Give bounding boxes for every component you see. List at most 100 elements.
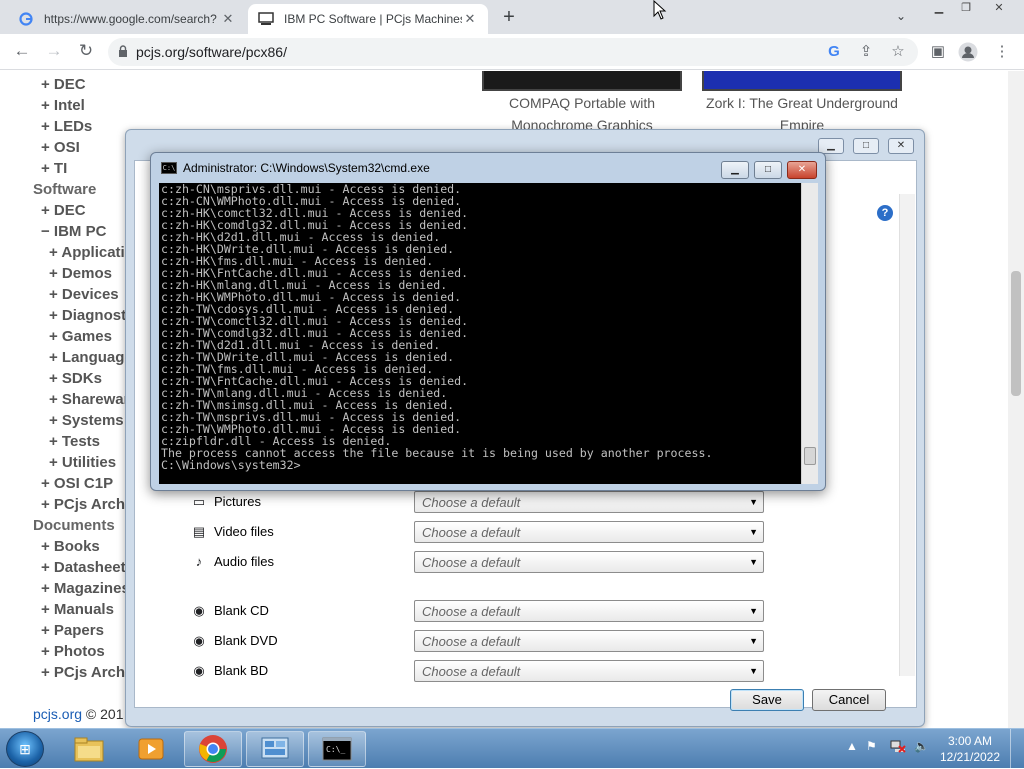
close-window-icon[interactable]: ✕	[988, 1, 1010, 17]
taskbar-explorer-icon[interactable]	[60, 731, 118, 767]
action-center-icon[interactable]: ⚑	[866, 739, 877, 753]
nav-item[interactable]: + Demos	[49, 265, 112, 282]
default-action-select[interactable]: Choose a default ▼	[414, 630, 764, 652]
nav-item[interactable]: + LEDs	[41, 118, 92, 135]
nav-item[interactable]: + Systems	[49, 412, 124, 429]
nav-section-software[interactable]: Software	[33, 181, 96, 198]
console-output[interactable]: c:zh-CN\msprivs.dll.mui - Access is deni…	[159, 183, 801, 484]
compaq-screenshot-thumbnail[interactable]	[482, 71, 682, 91]
dialog-scrollbar[interactable]	[899, 194, 915, 676]
profile-avatar-icon[interactable]	[958, 42, 978, 62]
maximize-icon[interactable]: □	[853, 138, 879, 154]
footer-site-link[interactable]: pcjs.org	[33, 706, 82, 722]
disc-icon: ◉	[193, 603, 205, 618]
help-icon[interactable]: ?	[877, 205, 893, 221]
address-bar[interactable]: pcjs.org/software/pcx86/	[108, 38, 918, 66]
default-action-select[interactable]: Choose a default ▼	[414, 491, 764, 513]
nav-item[interactable]: + Books	[41, 538, 100, 555]
chrome-menu-icon[interactable]: ⋮	[992, 42, 1012, 62]
nav-item[interactable]: + Games	[49, 328, 112, 345]
minimize-icon[interactable]: ▁	[721, 161, 749, 179]
tab-title: https://www.google.com/search?	[44, 12, 217, 26]
start-button[interactable]: ⊞	[6, 731, 44, 767]
taskbar-media-player-icon[interactable]	[122, 731, 180, 767]
media-type-label: Blank CD	[214, 603, 269, 618]
forward-icon[interactable]: →	[42, 40, 66, 64]
close-icon[interactable]: ✕	[787, 161, 817, 179]
nav-item[interactable]: + Manuals	[41, 601, 114, 618]
cmd-scrollbar-thumb[interactable]	[804, 447, 816, 465]
nav-item[interactable]: + Datasheets	[41, 559, 134, 576]
bookmark-star-icon[interactable]: ☆	[888, 42, 908, 62]
autoplay-row-audio: ♪ Audio files Choose a default ▼	[186, 551, 886, 573]
nav-item[interactable]: + SDKs	[49, 370, 102, 387]
pictures-icon: ▭	[192, 494, 206, 509]
audio-icon: ♪	[195, 554, 203, 569]
network-icon[interactable]	[890, 739, 906, 756]
nav-item[interactable]: + OSI C1P	[41, 475, 113, 492]
side-panel-icon[interactable]: ▣	[928, 42, 948, 62]
dropdown-arrow-icon: ▼	[749, 666, 758, 676]
nav-item[interactable]: + DEC	[41, 76, 86, 93]
autoplay-row-video: ▤ Video files Choose a default ▼	[186, 521, 886, 543]
reload-icon[interactable]: ↻	[74, 40, 98, 64]
dropdown-arrow-icon: ▼	[749, 606, 758, 616]
media-type-label: Pictures	[214, 494, 261, 509]
zork-screenshot-thumbnail[interactable]	[702, 71, 902, 91]
nav-item[interactable]: + OSI	[41, 139, 80, 156]
default-action-select[interactable]: Choose a default ▼	[414, 551, 764, 573]
nav-item[interactable]: + Utilities	[49, 454, 116, 471]
nav-item[interactable]: + Papers	[41, 622, 104, 639]
default-action-select[interactable]: Choose a default ▼	[414, 521, 764, 543]
nav-item[interactable]: + Intel	[41, 97, 85, 114]
share-icon[interactable]: ⇪	[856, 42, 876, 62]
maximize-icon[interactable]: □	[754, 161, 782, 179]
default-action-select[interactable]: Choose a default ▼	[414, 600, 764, 622]
new-tab-button[interactable]: +	[498, 6, 520, 29]
page-scrollbar[interactable]	[1008, 71, 1024, 728]
default-action-select[interactable]: Choose a default ▼	[414, 660, 764, 682]
nav-item[interactable]: + Photos	[41, 643, 105, 660]
clock-time: 3:00 AM	[947, 734, 993, 748]
tab-close-icon[interactable]: ✕	[220, 11, 236, 27]
windows-taskbar: ⊞ C:\_ ▲ ⚑ 🔈 3:00 AM 12/21/2022	[0, 728, 1024, 769]
show-desktop-button[interactable]	[1010, 729, 1024, 769]
tab-pcjs[interactable]: IBM PC Software | PCjs Machines ✕	[248, 4, 488, 34]
clock-date: 12/21/2022	[939, 750, 1001, 764]
taskbar-control-panel-icon[interactable]	[246, 731, 304, 767]
page-scrollbar-thumb[interactable]	[1011, 271, 1021, 396]
media-type-label: Blank DVD	[214, 633, 278, 648]
media-type-label: Audio files	[214, 554, 274, 569]
autoplay-row-blank-bd: ◉ Blank BD Choose a default ▼	[186, 660, 886, 682]
nav-item[interactable]: + Magazines	[41, 580, 130, 597]
tab-close-icon[interactable]: ✕	[462, 11, 478, 27]
system-clock[interactable]: 3:00 AM 12/21/2022	[935, 733, 1005, 765]
volume-icon[interactable]: 🔈	[914, 739, 929, 753]
show-hidden-icons-icon[interactable]: ▲	[846, 739, 858, 753]
url-text: pcjs.org/software/pcx86/	[136, 44, 287, 60]
nav-section-documents[interactable]: Documents	[33, 517, 115, 534]
page-footer: pcjs.org © 201	[33, 706, 124, 722]
minimize-icon[interactable]: ▁	[928, 1, 950, 17]
nav-item[interactable]: − IBM PC	[41, 223, 106, 240]
dropdown-arrow-icon: ▼	[749, 497, 758, 507]
nav-item[interactable]: + TI	[41, 160, 67, 177]
tab-search-button[interactable]: ⌄	[896, 9, 906, 23]
cmd-scrollbar[interactable]	[801, 183, 818, 484]
close-icon[interactable]: ✕	[888, 138, 914, 154]
mouse-cursor-icon	[653, 0, 667, 20]
google-lens-icon[interactable]: G	[824, 42, 844, 62]
nav-item[interactable]: + DEC	[41, 202, 86, 219]
nav-item[interactable]: + Devices	[49, 286, 119, 303]
media-type-label: Blank BD	[214, 663, 269, 678]
cancel-button[interactable]: Cancel	[812, 689, 886, 711]
cmd-titlebar[interactable]: C:\ Administrator: C:\Windows\System32\c…	[161, 161, 430, 175]
nav-item[interactable]: + Tests	[49, 433, 100, 450]
back-icon[interactable]: ←	[10, 40, 34, 64]
restore-icon[interactable]: ❐	[955, 1, 977, 17]
footer-copyright: © 201	[85, 706, 124, 722]
tab-google-search[interactable]: https://www.google.com/search? ✕	[8, 4, 246, 34]
taskbar-chrome-icon[interactable]	[184, 731, 242, 767]
taskbar-cmd-icon[interactable]: C:\_	[308, 731, 366, 767]
save-button[interactable]: Save	[730, 689, 804, 711]
